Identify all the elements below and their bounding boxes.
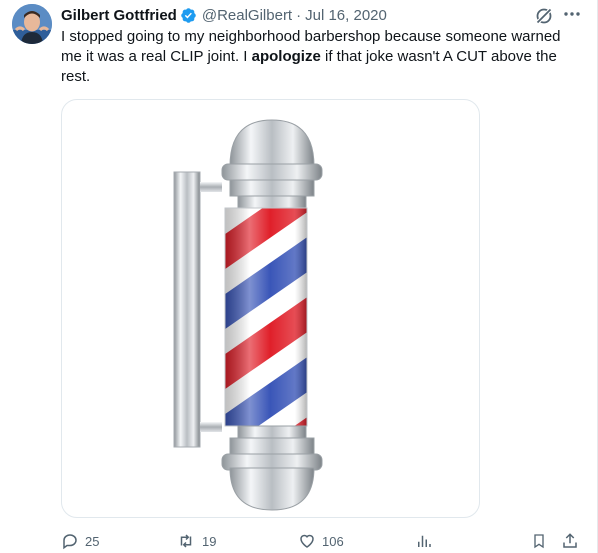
like-count: 106 <box>322 533 344 549</box>
heart-icon <box>300 534 314 548</box>
retweet-button[interactable]: 19 <box>176 530 216 552</box>
bookmark-button[interactable] <box>531 530 547 552</box>
retweet-icon <box>180 534 192 548</box>
like-button[interactable]: 106 <box>298 530 344 552</box>
tweet-text: I stopped going to my neighborhood barbe… <box>61 27 581 87</box>
avatar[interactable] <box>12 4 52 44</box>
tweet-header: Gilbert Gottfried @RealGilbert · Jul 16,… <box>61 5 387 25</box>
verified-badge-icon <box>180 7 197 24</box>
share-icon <box>563 533 577 548</box>
grok-icon[interactable] <box>534 6 554 26</box>
tweet-text-bold: apologize <box>251 48 321 65</box>
retweet-count: 19 <box>202 533 217 549</box>
barber-pole-image <box>173 119 323 511</box>
separator-dot: · <box>296 6 302 24</box>
author-handle[interactable]: @RealGilbert <box>202 7 292 24</box>
author-name[interactable]: Gilbert Gottfried <box>61 7 177 24</box>
reply-count: 25 <box>85 533 100 549</box>
more-options-icon[interactable] <box>561 4 583 24</box>
reply-icon <box>63 534 77 550</box>
views-button[interactable] <box>415 530 433 552</box>
bookmark-icon <box>534 534 544 549</box>
tweet-date[interactable]: Jul 16, 2020 <box>305 7 387 24</box>
share-button[interactable] <box>561 530 579 552</box>
action-bar: 25 19 106 <box>61 530 591 552</box>
tweet-media[interactable] <box>61 99 480 518</box>
tweet[interactable]: Gilbert Gottfried @RealGilbert · Jul 16,… <box>0 0 598 553</box>
reply-button[interactable]: 25 <box>61 530 99 552</box>
analytics-icon <box>418 535 431 547</box>
avatar-image <box>12 4 52 44</box>
